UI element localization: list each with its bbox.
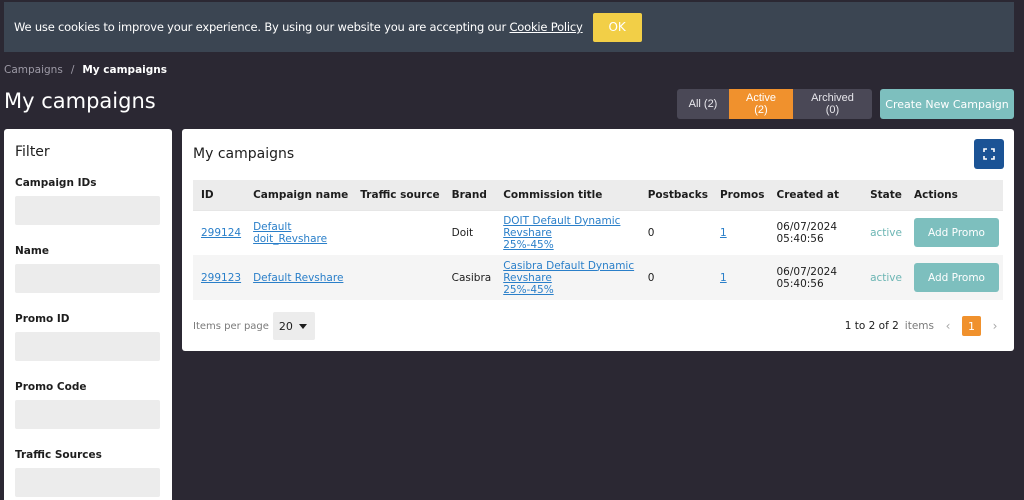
cookie-message: We use cookies to improve your experienc… xyxy=(14,20,583,34)
cookie-banner: We use cookies to improve your experienc… xyxy=(4,2,1014,52)
expand-button[interactable] xyxy=(974,139,1004,169)
column-header-promos: Promos xyxy=(711,180,769,210)
expand-icon xyxy=(983,148,995,160)
tab-archived[interactable]: Archived (0) xyxy=(793,89,872,119)
add-promo-button[interactable]: Add Promo xyxy=(914,218,999,248)
table-footer: Items per page 20 1 to 2 of 2 items ‹ 1 … xyxy=(193,311,1003,341)
chevron-right-icon[interactable]: › xyxy=(987,319,1003,333)
pagination-items-word: items xyxy=(904,320,934,332)
campaign-ids-input[interactable] xyxy=(15,196,160,225)
table-header-row: ID Campaign name Traffic source Brand Co… xyxy=(193,180,1003,210)
table-row: 299124 Default doit_Revshare Doit DOIT D… xyxy=(193,209,1003,255)
filter-label-traffic-sources: Traffic Sources xyxy=(15,449,102,461)
page-title: My campaigns xyxy=(4,89,156,113)
cookie-text: We use cookies to improve your experienc… xyxy=(14,20,510,34)
postbacks-cell: 0 xyxy=(639,209,712,255)
state-tabs: All (2) Active (2) Archived (0) xyxy=(677,89,872,119)
promos-link[interactable]: 1 xyxy=(720,227,727,239)
column-header-state: State xyxy=(862,180,906,210)
breadcrumb-campaigns[interactable]: Campaigns xyxy=(4,64,63,76)
filter-label-promo-code: Promo Code xyxy=(15,381,87,393)
breadcrumb-separator: / xyxy=(70,64,75,76)
state-cell: active xyxy=(870,271,902,284)
traffic-source-cell xyxy=(352,255,444,300)
traffic-sources-input[interactable] xyxy=(15,468,160,497)
add-promo-button[interactable]: Add Promo xyxy=(914,263,999,292)
campaign-id-link[interactable]: 299123 xyxy=(201,272,241,284)
commission-title-link[interactable]: DOIT Default Dynamic Revshare 25%-45% xyxy=(503,215,620,251)
created-at-cell: 06/07/2024 05:40:56 xyxy=(768,255,863,300)
campaign-name-link[interactable]: Default doit_Revshare xyxy=(253,221,327,245)
create-new-campaign-button[interactable]: Create New Campaign xyxy=(880,89,1014,119)
commission-title-line1: DOIT Default Dynamic Revshare xyxy=(503,214,621,239)
campaign-name-line1: Default Revshare xyxy=(253,271,344,284)
column-header-id: ID xyxy=(193,180,246,210)
filter-panel: Filter Campaign IDs Name Promo ID Promo … xyxy=(4,129,172,500)
pagination: 1 to 2 of 2 items ‹ 1 › xyxy=(845,316,1003,336)
tab-active[interactable]: Active (2) xyxy=(729,89,793,119)
commission-title-line2: 25%-45% xyxy=(503,238,554,251)
tab-all[interactable]: All (2) xyxy=(677,89,729,119)
campaign-name-link[interactable]: Default Revshare xyxy=(253,272,343,284)
items-per-page-label: Items per page xyxy=(193,320,269,332)
cookie-policy-link[interactable]: Cookie Policy xyxy=(509,20,582,34)
breadcrumb-current: My campaigns xyxy=(82,64,168,76)
campaign-name-line1: Default xyxy=(253,220,292,233)
column-header-brand: Brand xyxy=(443,180,496,210)
breadcrumb: Campaigns / My campaigns xyxy=(4,64,167,76)
filter-label-promo-id: Promo ID xyxy=(15,313,70,325)
column-header-actions: Actions xyxy=(906,180,1003,210)
brand-cell: Doit xyxy=(443,209,496,255)
caret-down-icon xyxy=(298,323,307,329)
items-per-page-value: 20 xyxy=(278,319,293,333)
campaigns-title: My campaigns xyxy=(193,146,295,162)
filter-label-name: Name xyxy=(15,245,49,257)
filter-title: Filter xyxy=(15,144,50,160)
campaigns-card: My campaigns ID Campaign name Traffic so… xyxy=(182,129,1014,351)
table-row: 299123 Default Revshare Casibra Casibra … xyxy=(193,255,1003,300)
brand-cell: Casibra xyxy=(443,255,496,300)
commission-title-line2: 25%-45% xyxy=(503,283,554,296)
state-cell: active xyxy=(870,226,902,239)
column-header-postbacks: Postbacks xyxy=(639,180,712,210)
commission-title-link[interactable]: Casibra Default Dynamic Revshare 25%-45% xyxy=(503,260,634,296)
name-input[interactable] xyxy=(15,264,160,293)
campaign-id-link[interactable]: 299124 xyxy=(201,227,241,239)
campaigns-table: ID Campaign name Traffic source Brand Co… xyxy=(193,180,1003,300)
campaign-name-line2: doit_Revshare xyxy=(253,232,328,245)
chevron-left-icon[interactable]: ‹ xyxy=(940,319,956,333)
postbacks-cell: 0 xyxy=(639,255,712,300)
commission-title-line1: Casibra Default Dynamic Revshare xyxy=(503,259,635,284)
items-per-page-select[interactable]: 20 xyxy=(272,312,315,340)
created-at-cell: 06/07/2024 05:40:56 xyxy=(768,209,863,255)
pagination-range: 1 to 2 of 2 xyxy=(844,320,899,332)
traffic-source-cell xyxy=(352,209,444,255)
cookie-ok-button[interactable]: OK xyxy=(592,12,642,42)
promo-id-input[interactable] xyxy=(15,332,160,361)
promos-link[interactable]: 1 xyxy=(720,272,727,284)
promo-code-input[interactable] xyxy=(15,400,160,429)
column-header-created-at: Created at xyxy=(768,180,863,210)
column-header-campaign-name: Campaign name xyxy=(245,180,353,210)
column-header-commission-title: Commission title xyxy=(495,180,640,210)
pagination-page-1[interactable]: 1 xyxy=(962,316,981,336)
filter-label-campaign-ids: Campaign IDs xyxy=(15,177,97,189)
column-header-traffic-source: Traffic source xyxy=(352,180,444,210)
